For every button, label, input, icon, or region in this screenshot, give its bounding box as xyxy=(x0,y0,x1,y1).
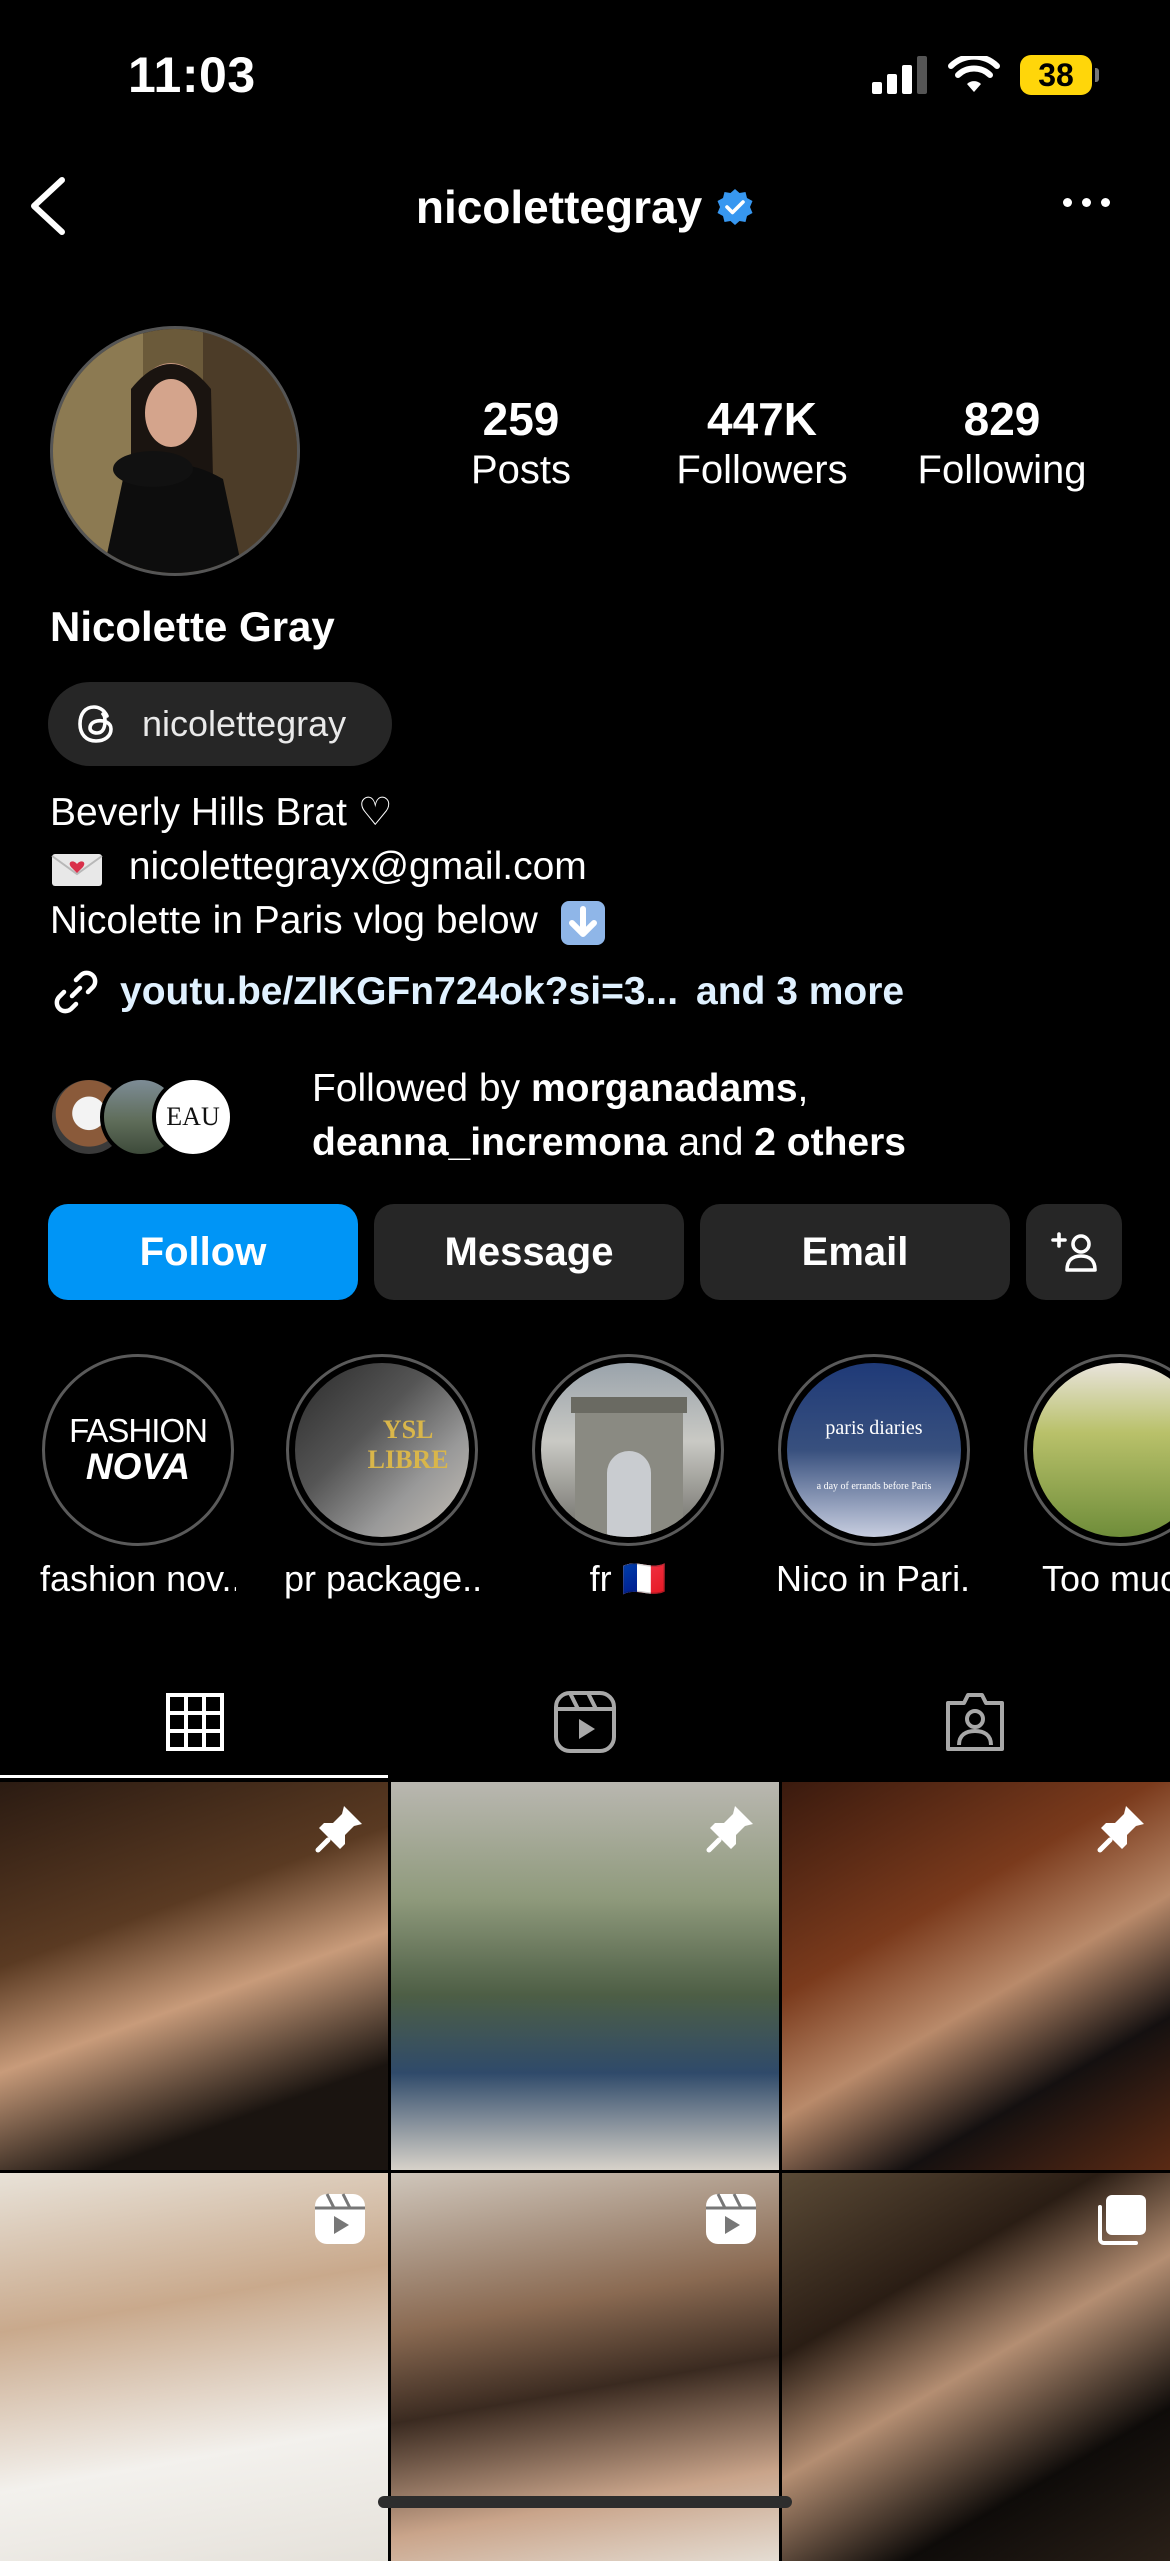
more-dot-icon xyxy=(1082,198,1091,207)
suggested-users-button[interactable] xyxy=(1026,1204,1122,1300)
followed-by-text: Followed by morganadams, deanna_incremon… xyxy=(312,1067,906,1164)
highlight-cover-text: YSL LIBRE xyxy=(367,1415,449,1475)
wifi-icon xyxy=(948,56,1000,92)
highlight-cover-text: paris diaries xyxy=(825,1417,923,1439)
threads-handle: nicolettegray xyxy=(142,703,347,744)
bio: Beverly Hills Brat ♡ nicolettegrayx@gmai… xyxy=(50,786,607,948)
highlight-cover xyxy=(541,1363,715,1537)
posts-grid xyxy=(0,1782,1170,2561)
profile-tabs xyxy=(0,1666,1170,1778)
more-dot-icon xyxy=(1101,198,1110,207)
arc-de-triomphe-image xyxy=(571,1397,687,1537)
highlight-item[interactable]: Too much xyxy=(1022,1354,1170,1600)
profile-actions: Follow Message Email xyxy=(48,1204,1122,1300)
status-time: 11:03 xyxy=(128,47,256,103)
highlight-cover: paris diaries a day of errands before Pa… xyxy=(787,1363,961,1537)
highlight-label: fashion nov... xyxy=(40,1558,236,1599)
avatar-photo xyxy=(53,329,297,573)
mutual-avatars: EAU xyxy=(48,1068,248,1164)
highlight-label: pr package... xyxy=(284,1558,480,1599)
highlight-cover-text: FASHION xyxy=(69,1412,208,1449)
carousel-icon xyxy=(1098,2195,1146,2245)
highlight-label: Too much xyxy=(1041,1558,1170,1599)
status-icons: 38 xyxy=(872,55,1099,95)
header-title: nicolettegray xyxy=(0,180,1170,234)
tab-tagged[interactable] xyxy=(780,1666,1170,1778)
bio-link-url[interactable]: youtu.be/ZlKGFn724ok?si=3... xyxy=(120,970,678,1014)
highlight-cover: YSL LIBRE xyxy=(295,1363,469,1537)
add-person-icon xyxy=(1051,1232,1097,1272)
reel-icon xyxy=(315,2193,365,2244)
reel-icon xyxy=(706,2193,756,2244)
story-highlights: FASHION NOVA fashion nov... YSL LIBRE pr… xyxy=(0,1354,1170,1614)
bio-link-row[interactable]: youtu.be/ZlKGFn724ok?si=3... and 3 more xyxy=(50,966,904,1018)
display-name: Nicolette Gray xyxy=(50,603,335,650)
battery-icon: 38 xyxy=(1020,55,1099,95)
tagged-person-icon xyxy=(946,1693,1004,1751)
highlight-cover-subtext: a day of errands before Paris xyxy=(816,1481,932,1492)
stat-posts-value: 259 xyxy=(482,393,560,445)
stat-posts[interactable]: 259 Posts xyxy=(460,392,582,493)
header-username: nicolettegray xyxy=(415,181,703,233)
active-tab-indicator xyxy=(0,1775,388,1778)
post-thumbnail[interactable] xyxy=(782,1782,1170,2170)
bio-link-more[interactable]: and 3 more xyxy=(696,970,904,1014)
more-dot-icon xyxy=(1063,198,1072,207)
highlight-item[interactable]: paris diaries a day of errands before Pa… xyxy=(776,1354,972,1600)
more-options-button[interactable] xyxy=(1063,198,1110,207)
signal-icon xyxy=(872,56,927,94)
highlight-cover: FASHION NOVA xyxy=(51,1363,225,1537)
followed-by-and: and xyxy=(678,1121,744,1164)
followed-by-user-1[interactable]: morganadams xyxy=(531,1067,798,1110)
highlight-cover-text: NOVA xyxy=(85,1446,191,1487)
bio-line-1: Beverly Hills Brat ♡ xyxy=(50,791,393,834)
bio-line-3-row: Nicolette in Paris vlog below xyxy=(50,894,607,948)
down-arrow-icon xyxy=(560,900,605,945)
bio-line-2-row: nicolettegrayx@gmail.com xyxy=(50,840,607,894)
message-button[interactable]: Message xyxy=(374,1204,684,1300)
post-thumbnail[interactable] xyxy=(0,1782,388,2170)
highlight-item[interactable]: YSL LIBRE pr package... xyxy=(284,1354,480,1600)
highlight-cover xyxy=(1033,1363,1170,1537)
followed-by-row[interactable]: EAU Followed by morganadams, deanna_incr… xyxy=(48,1062,906,1170)
love-letter-icon xyxy=(51,853,103,886)
stat-following-value: 829 xyxy=(963,393,1041,445)
bio-line-3: Nicolette in Paris vlog below xyxy=(50,899,538,942)
home-indicator[interactable] xyxy=(378,2496,792,2508)
pin-icon xyxy=(315,1806,362,1853)
post-thumbnail[interactable] xyxy=(391,1782,779,2170)
stat-following-label: Following xyxy=(917,448,1087,492)
highlight-item[interactable]: FASHION NOVA fashion nov... xyxy=(40,1354,236,1600)
threads-badge[interactable]: nicolettegray xyxy=(48,682,392,766)
pin-icon xyxy=(1097,1806,1144,1853)
stat-posts-label: Posts xyxy=(470,448,572,492)
stat-followers[interactable]: 447K Followers xyxy=(666,392,858,493)
highlight-label: fr 🇫🇷 xyxy=(589,1558,667,1599)
mutual-avatar-3: EAU xyxy=(152,1076,234,1158)
bio-email[interactable]: nicolettegrayx@gmail.com xyxy=(129,845,587,888)
followed-by-others[interactable]: 2 others xyxy=(754,1121,906,1164)
tab-posts-grid[interactable] xyxy=(0,1666,390,1778)
link-icon xyxy=(54,970,98,1014)
stat-followers-value: 447K xyxy=(707,393,817,445)
followed-by-prefix: Followed by xyxy=(312,1067,521,1110)
post-thumbnail[interactable] xyxy=(782,2173,1170,2561)
grid-icon xyxy=(166,1693,224,1751)
highlight-item[interactable]: fr 🇫🇷 xyxy=(530,1354,726,1600)
threads-icon xyxy=(78,705,113,743)
verified-badge-icon xyxy=(717,189,753,225)
reels-icon xyxy=(554,1691,616,1753)
stat-followers-label: Followers xyxy=(676,448,848,492)
highlight-label: Nico in Pari... xyxy=(776,1558,972,1599)
followed-by-user-2[interactable]: deanna_incremona xyxy=(312,1121,667,1164)
pin-icon xyxy=(706,1806,753,1853)
profile-avatar[interactable] xyxy=(50,326,300,576)
email-button[interactable]: Email xyxy=(700,1204,1010,1300)
post-thumbnail[interactable] xyxy=(0,2173,388,2561)
follow-button[interactable]: Follow xyxy=(48,1204,358,1300)
stat-following[interactable]: 829 Following xyxy=(906,392,1098,493)
tab-reels[interactable] xyxy=(390,1666,780,1778)
